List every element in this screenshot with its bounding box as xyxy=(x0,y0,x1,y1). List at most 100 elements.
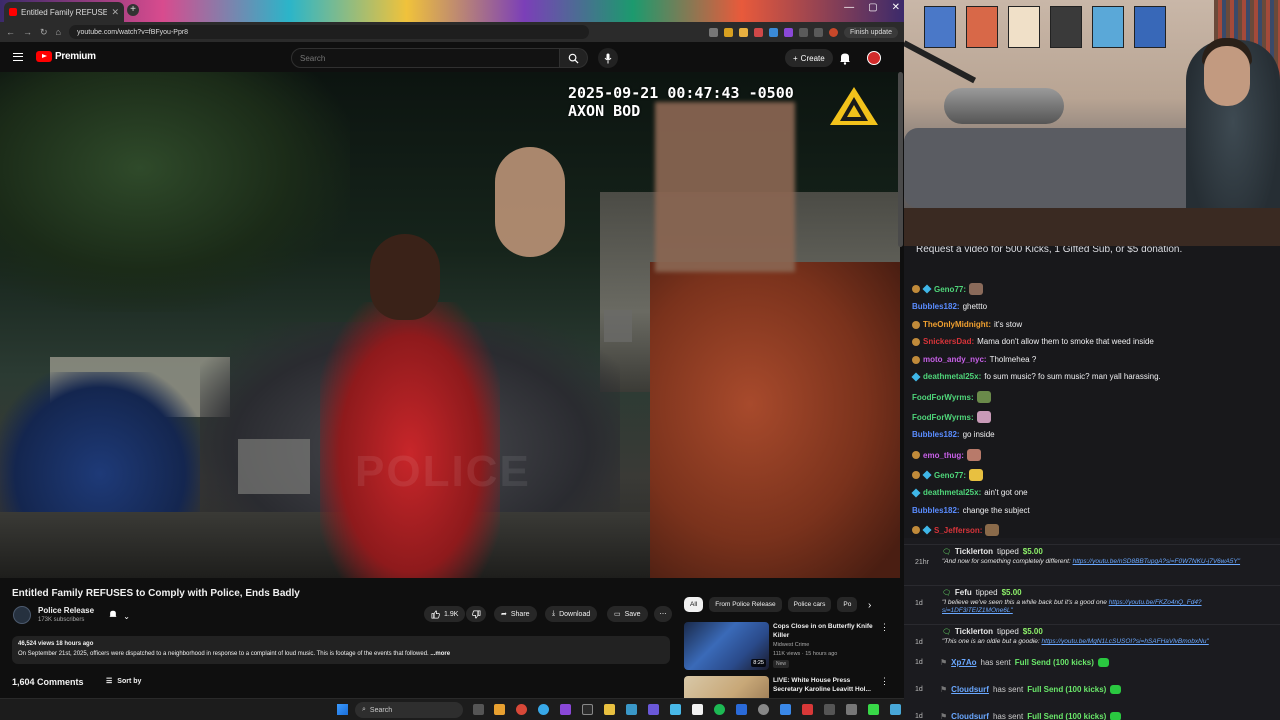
sidepanel-icon[interactable] xyxy=(813,27,823,37)
more-vertical-icon[interactable]: ⋮ xyxy=(880,622,889,633)
kick-username[interactable]: Cloudsurf xyxy=(951,712,989,720)
recommended-video[interactable]: LIVE: White House Press Secretary Karoli… xyxy=(684,676,894,698)
chat-username[interactable]: Geno77: xyxy=(934,285,966,294)
app-icon[interactable] xyxy=(802,704,813,715)
home-icon[interactable]: ⌂ xyxy=(56,27,61,37)
app-icon[interactable] xyxy=(868,704,879,715)
app-icon[interactable] xyxy=(582,704,593,715)
youtube-logo[interactable]: Premium xyxy=(36,51,96,62)
app-icon[interactable] xyxy=(648,704,659,715)
forward-icon[interactable]: → xyxy=(23,27,32,37)
donation-amount: $5.00 xyxy=(1001,588,1022,597)
chat-username[interactable]: emo_thug: xyxy=(923,451,964,460)
save-button[interactable]: ▭ Save xyxy=(607,606,648,622)
back-icon[interactable]: ← xyxy=(6,27,15,37)
app-icon[interactable] xyxy=(670,704,681,715)
description-box[interactable]: 46,524 views 18 hours ago On September 2… xyxy=(12,636,670,664)
chevron-right-icon[interactable]: › xyxy=(868,600,871,611)
more-vertical-icon[interactable]: ⋮ xyxy=(880,676,889,687)
account-avatar[interactable] xyxy=(867,51,881,65)
bookmark-star-icon[interactable] xyxy=(723,27,733,37)
recommended-title[interactable]: Cops Close in on Butterfly Knife Killer xyxy=(773,622,878,640)
chat-username[interactable]: deathmetal25x: xyxy=(923,372,981,381)
sort-by-button[interactable]: ☰ Sort by xyxy=(106,677,141,686)
app-icon[interactable] xyxy=(736,704,747,715)
folder-icon[interactable] xyxy=(604,704,615,715)
chip-from-channel[interactable]: From Police Release xyxy=(709,597,782,612)
chat-username[interactable]: Bubbles182: xyxy=(912,302,960,311)
description-more-link[interactable]: ...more xyxy=(430,651,450,657)
close-window-button[interactable]: ✕ xyxy=(892,2,900,13)
donation-message: "I believe we've seen this a while back … xyxy=(942,599,1272,615)
app-icon[interactable] xyxy=(846,704,857,715)
chip-truncated[interactable]: Po xyxy=(837,597,858,612)
recommended-thumbnail[interactable]: 8:25 xyxy=(684,622,769,670)
search-input[interactable] xyxy=(291,48,561,68)
chat-username[interactable]: SnickersDad: xyxy=(923,337,974,346)
share-button[interactable]: ➦ Share xyxy=(494,606,537,622)
channel-avatar[interactable] xyxy=(13,606,31,624)
chat-username[interactable]: Bubbles182: xyxy=(912,506,960,515)
app-icon[interactable] xyxy=(626,704,637,715)
extension-icon[interactable] xyxy=(768,27,778,37)
url-field[interactable]: youtube.com/watch?v=fBFyou-Ppr8 xyxy=(68,25,589,39)
channel-name[interactable]: Police Release xyxy=(38,606,94,615)
task-view-icon[interactable] xyxy=(473,704,484,715)
kick-username[interactable]: Xp7Ao xyxy=(951,658,976,667)
chat-username[interactable]: FoodForWyrms: xyxy=(912,413,974,422)
start-button[interactable] xyxy=(337,704,348,715)
app-icon[interactable] xyxy=(758,704,769,715)
minimize-button[interactable]: — xyxy=(844,2,854,13)
recommended-video[interactable]: 8:25 Cops Close in on Butterfly Knife Ki… xyxy=(684,622,894,670)
donation-link[interactable]: https://youtu.be/nSD8BBTupgA?si=F0W7NKU-… xyxy=(1073,558,1240,565)
notifications-bell-icon[interactable] xyxy=(838,51,852,65)
app-icon[interactable] xyxy=(890,704,901,715)
install-icon[interactable] xyxy=(708,27,718,37)
app-icon[interactable] xyxy=(692,704,703,715)
download-button[interactable]: ⤓ Download xyxy=(545,606,598,622)
dislike-button[interactable] xyxy=(466,606,486,622)
chat-username[interactable]: S_Jefferson: xyxy=(934,526,982,535)
video-player[interactable]: POLICE 2025-09-21 00:47:43 -0500 AXON BO… xyxy=(0,72,900,578)
subscribe-bell-button[interactable]: ⌄ xyxy=(108,609,134,623)
chip-all[interactable]: All xyxy=(684,597,704,612)
recommended-thumbnail[interactable] xyxy=(684,676,769,698)
chat-username[interactable]: moto_andy_nyc: xyxy=(923,355,987,364)
spotify-icon[interactable] xyxy=(714,704,725,715)
kick-username[interactable]: Cloudsurf xyxy=(951,685,989,694)
voice-search-button[interactable] xyxy=(598,48,618,68)
recommended-channel[interactable]: Midwest Crime xyxy=(773,642,809,648)
new-tab-button[interactable]: + xyxy=(127,4,139,16)
chrome-icon[interactable] xyxy=(516,704,527,715)
more-actions-button[interactable]: ⋯ xyxy=(654,606,672,622)
chat-username[interactable]: FoodForWyrms: xyxy=(912,393,974,402)
chat-username[interactable]: deathmetal25x: xyxy=(923,488,981,497)
app-icon[interactable] xyxy=(824,704,835,715)
app-icon[interactable] xyxy=(494,704,505,715)
taskbar-search[interactable]: ⌕ Search xyxy=(355,702,463,718)
chat-username[interactable]: Geno77: xyxy=(934,471,966,480)
profile-avatar[interactable] xyxy=(828,27,838,37)
donation-link[interactable]: https://youtu.be/MgN1LcSUSOI?si=hSAFHaVl… xyxy=(1042,638,1209,645)
create-button[interactable]: + Create xyxy=(785,49,833,67)
chat-username[interactable]: TheOnlyMidnight: xyxy=(923,320,991,329)
search-button[interactable] xyxy=(560,48,588,68)
chip-police-cars[interactable]: Police cars xyxy=(787,597,832,612)
browser-icon[interactable] xyxy=(538,704,549,715)
app-icon[interactable] xyxy=(780,704,791,715)
recommended-title[interactable]: LIVE: White House Press Secretary Karoli… xyxy=(773,676,878,694)
page-scrollbar[interactable] xyxy=(898,72,903,247)
tab-youtube[interactable]: Entitled Family REFUSES to ✕ xyxy=(4,2,124,22)
extension-icon[interactable] xyxy=(738,27,748,37)
menu-icon[interactable] xyxy=(13,53,23,61)
chat-username[interactable]: Bubbles182: xyxy=(912,430,960,439)
app-icon[interactable] xyxy=(560,704,571,715)
extensions-puzzle-icon[interactable] xyxy=(798,27,808,37)
finish-update-button[interactable]: Finish update xyxy=(843,26,898,38)
like-button[interactable]: 1.9K xyxy=(424,606,466,622)
extension-icon[interactable] xyxy=(783,27,793,37)
extension-icon[interactable] xyxy=(753,27,763,37)
reload-icon[interactable]: ↻ xyxy=(40,27,48,38)
maximize-button[interactable]: ▢ xyxy=(868,2,877,13)
tab-close-icon[interactable]: ✕ xyxy=(111,7,119,18)
